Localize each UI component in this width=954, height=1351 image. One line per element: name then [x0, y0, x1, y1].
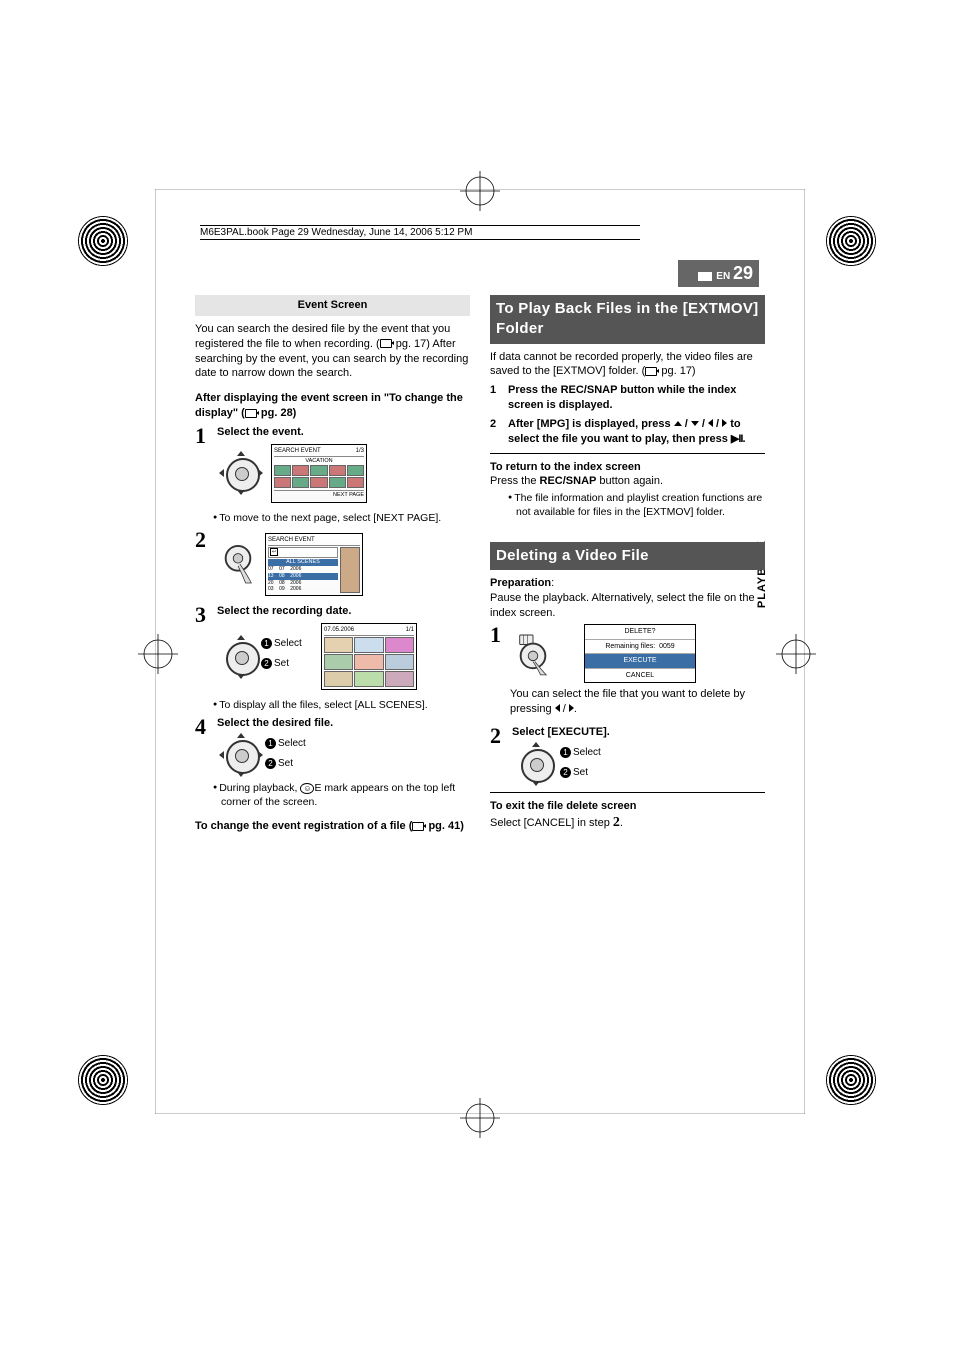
dpad-icon	[221, 453, 261, 493]
reference-icon	[412, 822, 424, 831]
page-number: 29	[733, 263, 753, 283]
dpad-icon	[516, 744, 556, 784]
event-intro: You can search the desired file by the e…	[195, 322, 470, 381]
play-pause-icon: ▶II	[731, 433, 743, 445]
press-center-icon	[219, 542, 257, 586]
screen-preview-1: SEARCH EVENT1/3 VACATION NEXT PAGE	[271, 444, 367, 503]
right-icon	[569, 704, 574, 712]
step-number-4: 4	[195, 716, 211, 738]
step-number-1: 1	[490, 624, 506, 646]
delete-menu-screen: DELETE? Remaining files: 0059 EXECUTE CA…	[584, 624, 696, 683]
registration-mark	[826, 216, 876, 266]
delete-select-note: You can select the file that you want to…	[510, 687, 765, 717]
screen-preview-2: SEARCH EVENT ↩ ALL SCENES 07 07 2006 13 …	[265, 533, 363, 596]
event-screen-heading: Event Screen	[195, 295, 470, 316]
left-column: Event Screen You can search the desired …	[195, 295, 470, 834]
registration-mark	[78, 1055, 128, 1105]
page-number-tab: EN 29	[678, 260, 760, 287]
right-column: To Play Back Files in the [EXTMOV] Folde…	[490, 295, 765, 834]
change-event-note: To change the event registration of a fi…	[195, 819, 470, 834]
target-icon	[457, 168, 503, 214]
callout-2: 2	[265, 758, 276, 769]
step1-note: To move to the next page, select [NEXT P…	[209, 511, 470, 525]
list-num-1: 1	[490, 383, 502, 398]
callout-2: 2	[261, 658, 272, 669]
return-body: Press the REC/SNAP button again.	[490, 474, 765, 489]
callout-1: 1	[560, 747, 571, 758]
delete-step2: Select [EXECUTE].	[512, 725, 765, 740]
return-heading: To return to the index screen	[490, 460, 765, 475]
target-icon	[135, 631, 181, 677]
callout-1: 1	[265, 738, 276, 749]
step-number-2: 2	[490, 725, 506, 747]
dpad-icon	[221, 735, 261, 775]
left-icon	[708, 419, 713, 427]
step-number-1: 1	[195, 425, 211, 447]
after-display-note: After displaying the event screen in "To…	[195, 391, 470, 421]
extmov-intro: If data cannot be recorded properly, the…	[490, 350, 765, 380]
reference-icon	[645, 367, 657, 376]
camcorder-icon	[698, 272, 712, 281]
up-icon	[674, 421, 682, 426]
list-num-2: 2	[490, 417, 502, 432]
step-number-2: 2	[195, 529, 211, 551]
step-number-3: 3	[195, 604, 211, 626]
step3-note: To display all the files, select [ALL SC…	[209, 698, 470, 712]
step4-text: Select the desired file.	[217, 716, 470, 731]
registration-mark	[78, 216, 128, 266]
down-icon	[691, 421, 699, 426]
exit-body: Select [CANCEL] in step 2.	[490, 814, 765, 833]
section-extmov: To Play Back Files in the [EXTMOV] Folde…	[490, 295, 765, 344]
preparation: Preparation: Pause the playback. Alterna…	[490, 576, 765, 621]
dpad-icon	[221, 637, 261, 677]
target-icon	[773, 631, 819, 677]
return-note: The file information and playlist creati…	[504, 491, 765, 519]
lang-code: EN	[716, 271, 730, 282]
section-delete: Deleting a Video File	[490, 542, 765, 570]
reference-icon	[380, 339, 392, 348]
registration-mark	[826, 1055, 876, 1105]
target-icon	[457, 1095, 503, 1141]
callout-1: 1	[261, 638, 272, 649]
extmov-step2: After [MPG] is displayed, press / / / to…	[508, 417, 765, 447]
press-center-icon	[514, 632, 552, 676]
callout-2: 2	[560, 767, 571, 778]
right-icon	[722, 419, 727, 427]
left-icon	[555, 704, 560, 712]
extmov-step1: Press the REC/SNAP button while the inde…	[508, 383, 765, 413]
screen-preview-3: 07.05.20061/1	[321, 623, 417, 690]
exit-heading: To exit the file delete screen	[490, 799, 765, 814]
step4-note: During playback, ☺E mark appears on the …	[209, 781, 470, 809]
step3-text: Select the recording date.	[217, 604, 470, 619]
step1-text: Select the event.	[217, 425, 470, 440]
book-stamp: M6E3PAL.book Page 29 Wednesday, June 14,…	[200, 225, 640, 240]
reference-icon	[245, 409, 257, 418]
